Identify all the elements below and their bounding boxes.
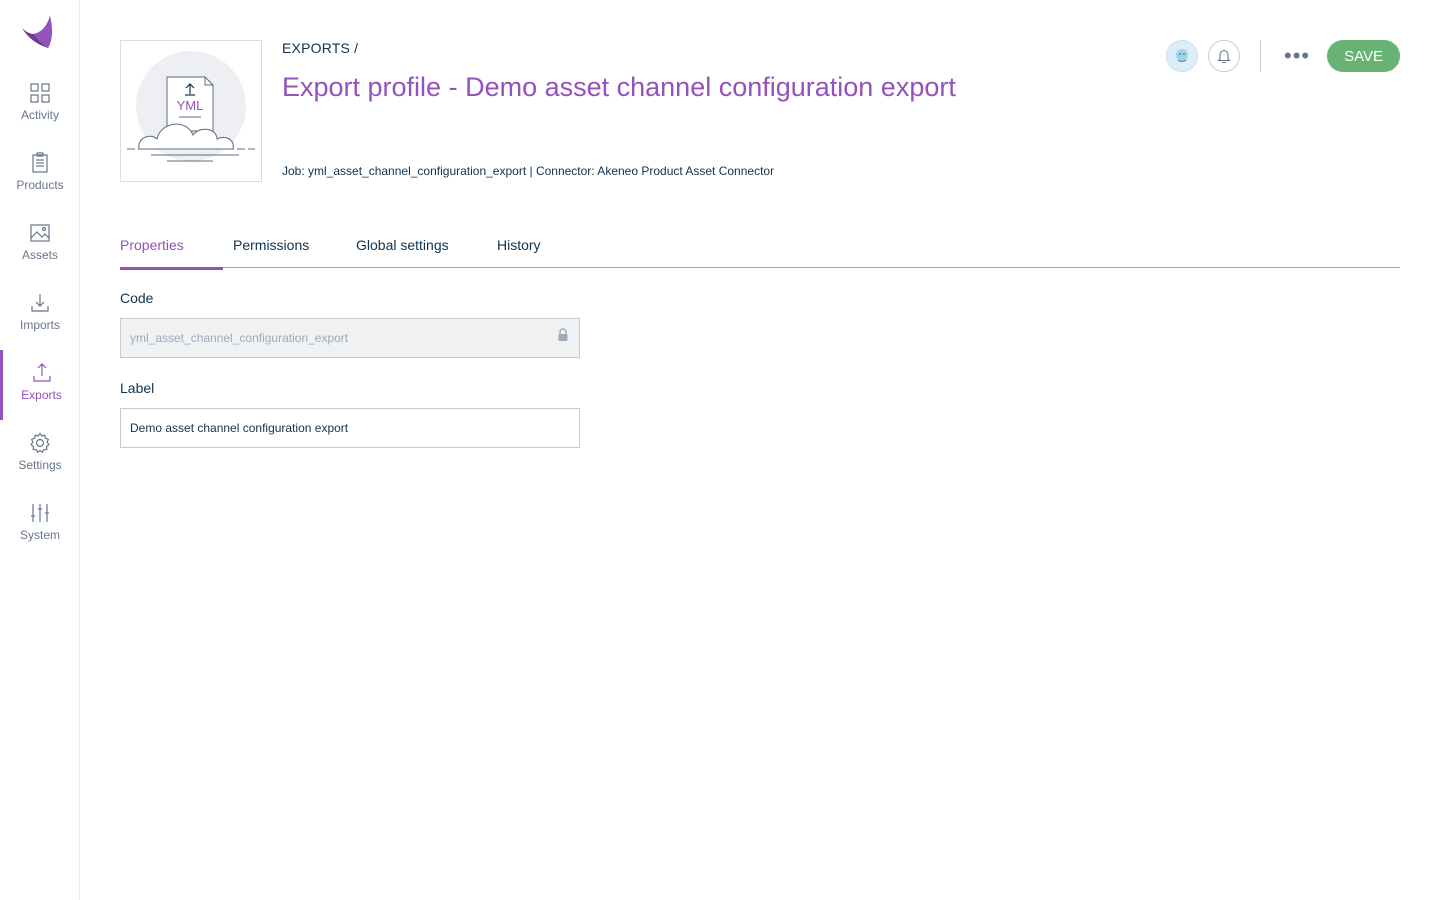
exports-icon bbox=[32, 363, 51, 382]
save-button[interactable]: SAVE bbox=[1327, 40, 1400, 72]
page-title: Export profile - Demo asset channel conf… bbox=[282, 72, 956, 102]
products-icon bbox=[32, 152, 48, 173]
system-icon bbox=[31, 504, 49, 522]
header-actions: ••• SAVE bbox=[1166, 40, 1400, 72]
sidebar-item-label: Products bbox=[16, 178, 64, 192]
avatar-icon bbox=[1176, 49, 1189, 62]
sidebar-item-label: Imports bbox=[19, 318, 60, 332]
tab-global-settings[interactable]: Global settings bbox=[356, 230, 497, 268]
notifications-button[interactable] bbox=[1208, 40, 1241, 72]
sidebar-item-system[interactable]: System bbox=[0, 490, 80, 560]
sidebar-item-label: Assets bbox=[21, 248, 58, 262]
tab-properties[interactable]: Properties bbox=[120, 230, 233, 270]
sidebar-item-label: Activity bbox=[20, 108, 59, 122]
label-field-label: Label bbox=[120, 380, 155, 396]
label-field[interactable] bbox=[120, 408, 580, 448]
sidebar-item-imports[interactable]: Imports bbox=[0, 280, 80, 350]
user-avatar[interactable] bbox=[1166, 40, 1199, 72]
bell-icon bbox=[1217, 49, 1231, 64]
sidebar-item-products[interactable]: Products bbox=[0, 140, 80, 210]
job-meta-info: Job: yml_asset_channel_configuration_exp… bbox=[282, 164, 775, 178]
sidebar-item-label: Settings bbox=[18, 458, 62, 472]
header-divider bbox=[1260, 40, 1262, 72]
assets-icon bbox=[30, 224, 50, 242]
export-thumbnail: YML bbox=[120, 40, 262, 182]
main-sidebar: Activity Products Assets Imports Exports bbox=[0, 0, 80, 900]
sidebar-item-settings[interactable]: Settings bbox=[0, 420, 80, 490]
file-type-label: YML bbox=[177, 98, 204, 113]
more-actions-button[interactable]: ••• bbox=[1281, 40, 1313, 72]
lock-icon bbox=[558, 328, 568, 341]
activity-icon bbox=[30, 83, 50, 103]
sidebar-item-label: System bbox=[19, 528, 60, 542]
code-field-label: Code bbox=[120, 290, 154, 306]
tab-history[interactable]: History bbox=[497, 230, 577, 268]
breadcrumb[interactable]: EXPORTS / bbox=[282, 40, 358, 56]
sidebar-item-label: Exports bbox=[21, 388, 62, 402]
code-field[interactable] bbox=[120, 318, 580, 358]
akeneo-logo-icon[interactable] bbox=[20, 16, 58, 52]
sidebar-item-exports[interactable]: Exports bbox=[0, 350, 80, 420]
imports-icon bbox=[31, 294, 49, 312]
sidebar-item-activity[interactable]: Activity bbox=[0, 70, 80, 140]
tab-permissions[interactable]: Permissions bbox=[233, 230, 356, 268]
tab-bar: Properties Permissions Global settings H… bbox=[120, 230, 1400, 270]
settings-icon bbox=[30, 432, 50, 454]
sidebar-item-assets[interactable]: Assets bbox=[0, 210, 80, 280]
